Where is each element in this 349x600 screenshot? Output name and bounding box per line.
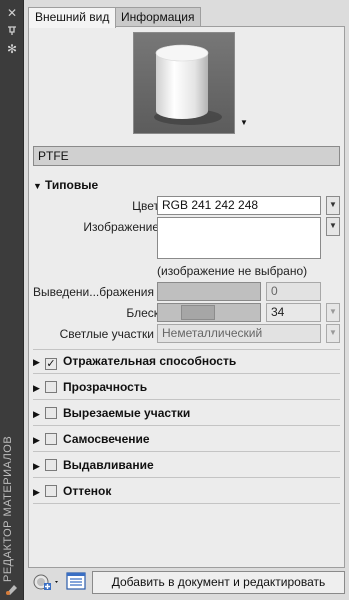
create-material-button[interactable] <box>32 571 62 593</box>
group-reflectivity[interactable]: ▶ ✓ Отражательная способность <box>33 352 333 370</box>
glossiness-value[interactable]: 34 <box>266 303 321 322</box>
image-label: Изображение <box>83 220 159 234</box>
expand-right-icon[interactable]: ▶ <box>33 457 43 475</box>
auto-hide-icon[interactable] <box>4 24 20 38</box>
material-name-field[interactable]: PTFE <box>33 146 340 166</box>
generic-section-label: Типовые <box>45 178 99 192</box>
divider <box>33 425 340 426</box>
highlights-select[interactable]: Неметаллический <box>157 324 321 343</box>
group-self-illumination[interactable]: ▶ Самосвечение <box>33 430 333 448</box>
material-browser-icon[interactable] <box>66 571 88 593</box>
image-fade-value[interactable]: 0 <box>266 282 321 301</box>
transparency-checkbox[interactable] <box>45 381 57 393</box>
expand-right-icon[interactable]: ▶ <box>33 431 43 449</box>
divider <box>33 503 340 504</box>
self-illumination-checkbox[interactable] <box>45 433 57 445</box>
bottom-toolbar: Добавить в документ и редактировать <box>28 570 345 596</box>
divider <box>33 477 340 478</box>
group-label: Вырезаемые участки <box>63 406 191 420</box>
cutouts-checkbox[interactable] <box>45 407 57 419</box>
color-field[interactable]: RGB 241 242 248 <box>157 196 321 215</box>
glossiness-slider-knob[interactable] <box>181 305 215 320</box>
image-caption: (изображение не выбрано) <box>157 264 308 278</box>
tab-information[interactable]: Информация <box>114 7 202 27</box>
divider <box>33 451 340 452</box>
tint-checkbox[interactable] <box>45 485 57 497</box>
expand-right-icon[interactable]: ▶ <box>33 405 43 423</box>
color-dropdown-icon[interactable]: ▼ <box>326 196 340 215</box>
group-bump[interactable]: ▶ Выдавливание <box>33 456 333 474</box>
image-dropdown-icon[interactable]: ▼ <box>326 217 340 236</box>
palette-icon <box>4 582 20 596</box>
highlights-label: Светлые участки <box>59 327 154 341</box>
appearance-content: ▼ PTFE ▼ Типовые Цвет RGB 241 242 248 ▼ И… <box>28 26 345 568</box>
group-label: Самосвечение <box>63 432 150 446</box>
tab-appearance[interactable]: Внешний вид <box>28 7 117 28</box>
material-editor-panel: Внешний вид Информация ▼ PTFE ▼ Типовые … <box>24 0 349 600</box>
group-label: Оттенок <box>63 484 112 498</box>
glossiness-label: Блеск <box>126 306 159 320</box>
add-to-document-and-edit-button[interactable]: Добавить в документ и редактировать <box>92 571 345 594</box>
image-fade-label: Выведени...бражения <box>32 285 154 299</box>
group-label: Прозрачность <box>63 380 148 394</box>
bump-checkbox[interactable] <box>45 459 57 471</box>
group-transparency[interactable]: ▶ Прозрачность <box>33 378 333 396</box>
group-label: Отражательная способность <box>63 354 237 368</box>
generic-section-header[interactable]: ▼ Типовые <box>33 177 98 193</box>
group-label: Выдавливание <box>63 458 154 472</box>
expand-right-icon[interactable]: ▶ <box>33 379 43 397</box>
group-cutouts[interactable]: ▶ Вырезаемые участки <box>33 404 333 422</box>
close-icon[interactable]: ✕ <box>4 6 20 20</box>
highlights-dropdown-icon[interactable]: ▼ <box>326 324 340 343</box>
divider <box>33 349 340 350</box>
color-label: Цвет <box>132 199 159 213</box>
expand-down-icon: ▼ <box>33 181 42 191</box>
image-slot[interactable] <box>157 217 321 259</box>
divider <box>33 399 340 400</box>
properties-icon[interactable]: ✻ <box>4 42 20 56</box>
material-preview-swatch[interactable] <box>133 32 235 134</box>
glossiness-slider[interactable] <box>157 303 261 322</box>
palette-title-strip: ✕ ✻ РЕДАКТОР МАТЕРИАЛОВ <box>0 0 24 600</box>
reflectivity-checkbox[interactable]: ✓ <box>45 358 57 370</box>
preview-options-arrow-icon[interactable]: ▼ <box>240 119 250 127</box>
group-tint[interactable]: ▶ Оттенок <box>33 482 333 500</box>
image-fade-slider[interactable] <box>157 282 261 301</box>
expand-right-icon[interactable]: ▶ <box>33 483 43 501</box>
glossiness-dropdown-icon[interactable]: ▼ <box>326 303 340 322</box>
divider <box>33 373 340 374</box>
expand-right-icon[interactable]: ▶ <box>33 353 43 371</box>
palette-title: РЕДАКТОР МАТЕРИАЛОВ <box>2 435 14 582</box>
